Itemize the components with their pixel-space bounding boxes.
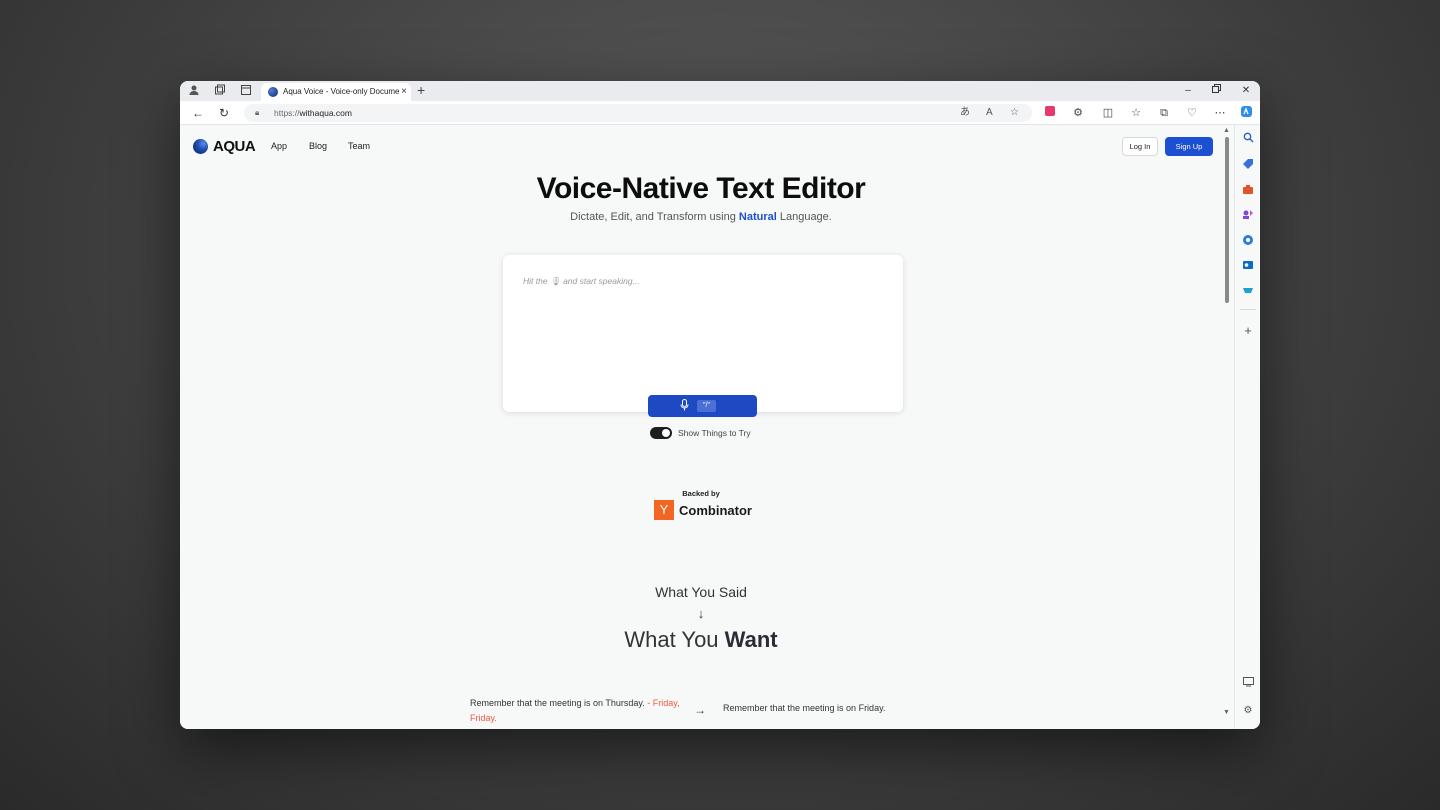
workspaces-icon[interactable] <box>213 84 227 98</box>
aqua-logo[interactable]: AQUA <box>193 138 256 155</box>
tab-strip: Aqua Voice - Voice-only Docume × + – ✕ <box>180 81 1260 101</box>
extension-pink-icon[interactable] <box>1042 105 1058 122</box>
split-screen-icon[interactable]: ◫ <box>1100 105 1116 121</box>
hero-title: Voice-Native Text Editor <box>536 172 866 205</box>
scroll-up-icon[interactable]: ▲ <box>1223 127 1230 134</box>
url-host: withaqua.com <box>299 108 352 118</box>
what-you-want-heading: What You Want <box>180 627 1222 653</box>
page-scrollbar[interactable]: ▲ ▼ <box>1222 125 1232 725</box>
tab-actions-icon[interactable] <box>239 84 253 98</box>
copilot-icon[interactable] <box>1238 105 1254 123</box>
subtitle-highlight: Natural <box>738 211 777 223</box>
sidebar-drop-icon[interactable] <box>1241 284 1255 298</box>
url-protocol: https:// <box>274 108 300 118</box>
read-aloud-icon[interactable]: A <box>986 104 993 122</box>
example-input: Remember that the meeting is on Thursday… <box>470 696 685 726</box>
nav-link-team[interactable]: Team <box>348 141 370 151</box>
sidebar-screenshot-icon[interactable] <box>1241 676 1255 690</box>
nav-link-blog[interactable]: Blog <box>309 141 327 151</box>
aqua-logo-icon <box>193 139 208 154</box>
editor-placeholder: Hit the 🎙 and start speaking... <box>523 276 640 286</box>
scroll-thumb[interactable] <box>1225 137 1229 303</box>
subtitle-suffix: Language. <box>776 211 832 223</box>
toggle-label: Show Things to Try <box>678 428 751 438</box>
favorite-star-icon[interactable]: ☆ <box>1010 104 1019 122</box>
hero-subtitle: Dictate, Edit, and Transform using Natur… <box>180 211 1222 223</box>
shortcut-key-badge: "/" <box>697 400 716 412</box>
tab-close-icon[interactable]: × <box>401 83 407 101</box>
page-content: AQUA App Blog Team Log In Sign Up Voice-… <box>180 125 1222 729</box>
subtitle-prefix: Dictate, Edit, and Transform using <box>570 211 739 223</box>
example-input-text: Remember that the meeting is on Thursday… <box>470 698 645 708</box>
login-button[interactable]: Log In <box>1122 137 1158 156</box>
sidebar-shopping-tag-icon[interactable] <box>1241 158 1255 172</box>
aqua-favicon-icon <box>268 87 278 97</box>
refresh-icon[interactable]: ↻ <box>219 106 229 120</box>
sidebar-divider <box>1240 309 1256 310</box>
translate-icon[interactable]: あ <box>960 104 970 122</box>
sidebar-settings-gear-icon[interactable]: ⚙ <box>1241 704 1255 718</box>
backed-by-label: Backed by <box>682 489 720 498</box>
url-field[interactable]: 🔒︎ https://withaqua.com あ A ☆ <box>244 104 1032 122</box>
arrow-right-icon: → <box>694 703 706 717</box>
back-icon[interactable]: ← <box>192 106 204 120</box>
signup-button[interactable]: Sign Up <box>1165 137 1213 156</box>
arrow-down-icon: ↓ <box>697 606 705 621</box>
sidebar-search-icon[interactable] <box>1241 132 1255 146</box>
browser-essentials-icon[interactable]: ♡ <box>1184 105 1200 121</box>
voice-editor[interactable]: Hit the 🎙 and start speaking... <box>503 255 903 412</box>
microphone-icon <box>680 399 689 414</box>
logo-text: AQUA <box>213 138 256 155</box>
want-prefix: What You <box>624 627 725 652</box>
tab-aqua-voice[interactable]: Aqua Voice - Voice-only Docume × <box>261 83 411 101</box>
sidebar-games-icon[interactable] <box>1241 208 1255 222</box>
what-you-said-heading: What You Said <box>655 584 747 600</box>
toggle-knob <box>662 429 670 437</box>
want-bold: Want <box>724 627 778 652</box>
edge-sidebar: + ⚙ <box>1234 125 1260 729</box>
extensions-puzzle-icon[interactable]: ⚙ <box>1070 105 1086 121</box>
yc-name: Combinator <box>679 502 752 518</box>
show-things-toggle[interactable] <box>650 427 672 439</box>
close-window-button[interactable]: ✕ <box>1236 83 1256 99</box>
new-tab-button[interactable]: + <box>417 82 425 98</box>
tab-title: Aqua Voice - Voice-only Docume <box>283 87 400 96</box>
profile-icon[interactable] <box>187 84 201 98</box>
sidebar-outlook-icon[interactable] <box>1241 259 1255 273</box>
minimize-button[interactable]: – <box>1178 83 1198 99</box>
favorites-icon[interactable]: ☆ <box>1128 105 1144 121</box>
browser-window: Aqua Voice - Voice-only Docume × + – ✕ ←… <box>180 81 1260 729</box>
scroll-down-icon[interactable]: ▼ <box>1223 709 1230 716</box>
nav-link-app[interactable]: App <box>271 141 287 151</box>
sidebar-office-icon[interactable] <box>1241 234 1255 248</box>
collections-icon[interactable]: ⧉ <box>1156 105 1172 121</box>
example-output: Remember that the meeting is on Friday. <box>723 703 886 713</box>
yc-logo-icon: Y <box>654 500 674 520</box>
sidebar-add-icon[interactable]: + <box>1241 324 1255 338</box>
sidebar-tools-icon[interactable] <box>1241 183 1255 197</box>
lock-icon: 🔒︎ <box>255 108 260 117</box>
restore-button[interactable] <box>1206 83 1226 99</box>
more-options-icon[interactable]: ⋯ <box>1212 105 1228 121</box>
address-bar: ← ↻ 🔒︎ https://withaqua.com あ A ☆ ⚙ ◫ ☆ … <box>180 101 1260 125</box>
microphone-button[interactable]: "/" <box>648 395 757 417</box>
yc-logo: Y Combinator <box>654 500 752 520</box>
